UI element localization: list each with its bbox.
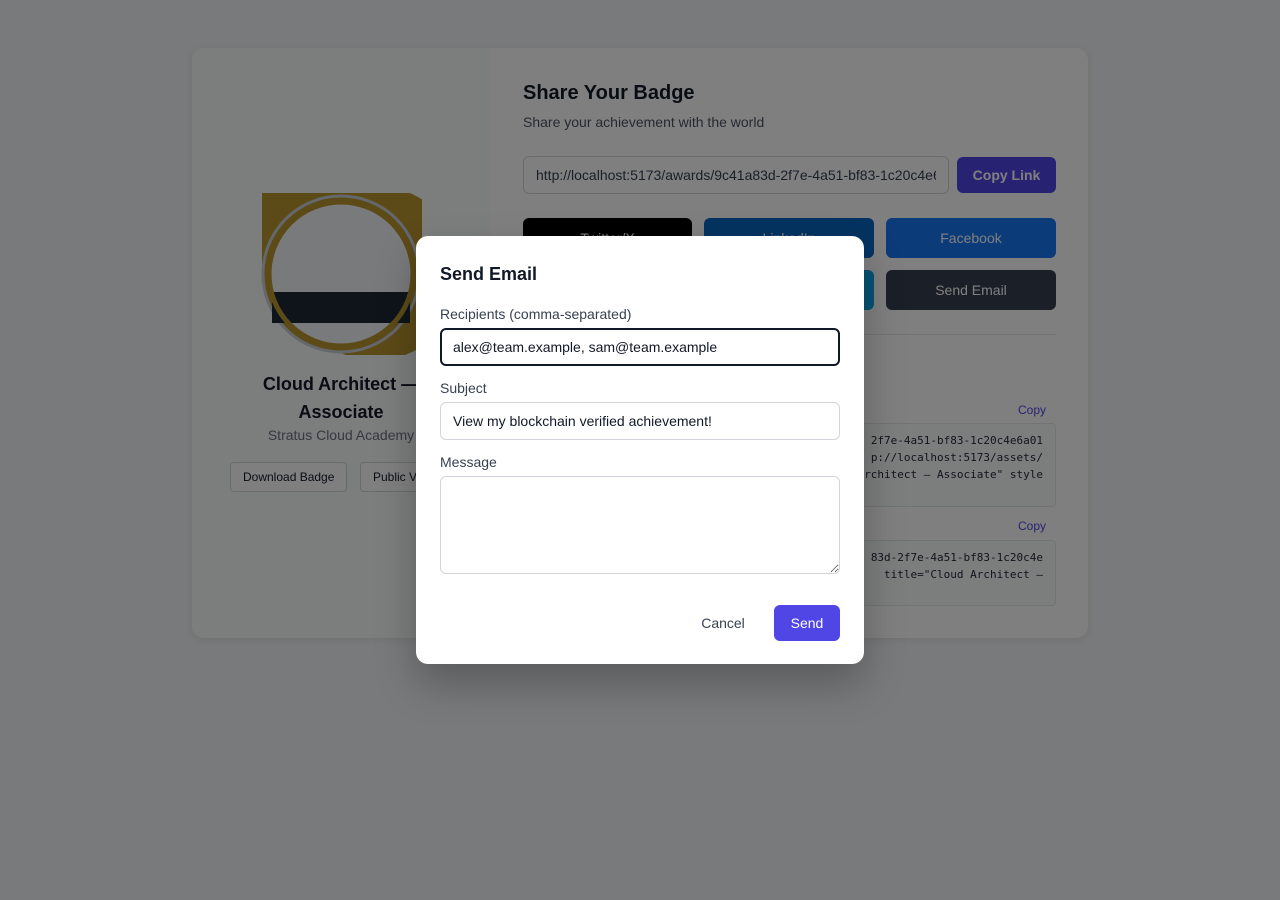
subject-input[interactable] xyxy=(440,402,840,440)
subject-label: Subject xyxy=(440,380,487,396)
message-label: Message xyxy=(440,454,497,470)
send-button[interactable]: Send xyxy=(774,605,840,641)
recipients-input[interactable] xyxy=(440,328,840,366)
message-textarea[interactable] xyxy=(440,476,840,574)
cancel-button[interactable]: Cancel xyxy=(686,605,760,641)
send-email-modal: Send Email Recipients (comma-separated) … xyxy=(416,236,864,664)
recipients-label: Recipients (comma-separated) xyxy=(440,306,632,322)
modal-title: Send Email xyxy=(440,264,538,284)
